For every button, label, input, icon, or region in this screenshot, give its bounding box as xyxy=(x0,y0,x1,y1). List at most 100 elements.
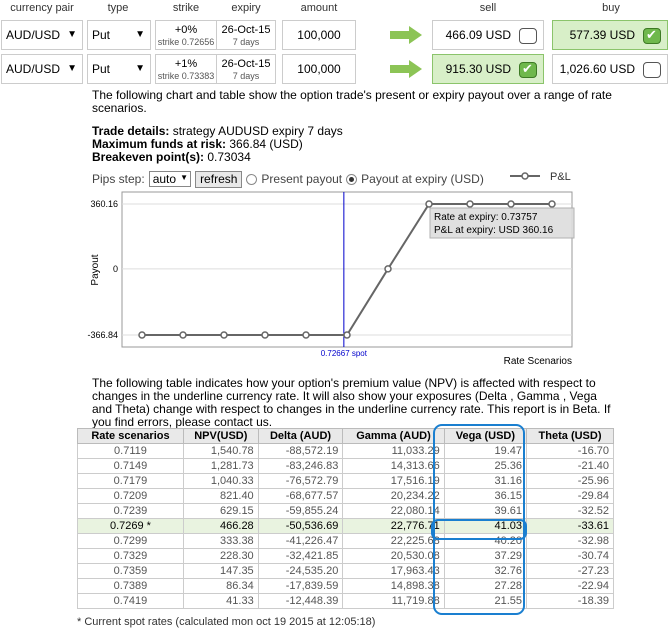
type-select[interactable]: Put ▼ xyxy=(87,20,151,50)
buy-checkbox[interactable] xyxy=(643,27,661,44)
currency-pair-select[interactable]: AUD/USD ▼ xyxy=(1,54,83,84)
amount-input[interactable]: 100,000 xyxy=(282,20,356,50)
trade-details-label: Trade details: xyxy=(92,124,170,138)
y-tick-label: 0 xyxy=(113,264,118,274)
y-tick-label: 360.16 xyxy=(90,199,118,209)
table-cell: -50,536.69 xyxy=(257,518,344,534)
data-point xyxy=(548,200,556,208)
y-axis-label: Payout xyxy=(90,254,101,285)
sell-price[interactable]: 466.09 USD xyxy=(432,20,544,50)
table-header: NPV(USD) xyxy=(182,428,259,444)
breakeven-value: 0.73034 xyxy=(204,150,251,164)
data-point xyxy=(466,200,474,208)
table-cell: 821.40 xyxy=(182,488,259,504)
table-cell: -41,226.47 xyxy=(257,533,344,549)
table-row: 0.7149 1,281.73 -83,246.83 14,313.66 25.36 -2… xyxy=(77,458,614,474)
table-cell: -32.52 xyxy=(526,503,614,519)
strike-value: strike 0.73383 xyxy=(157,71,215,81)
strike-field[interactable]: +0% strike 0.72656 xyxy=(155,20,217,50)
table-cell: -68,677.57 xyxy=(257,488,344,504)
trade-row: AUD/USD ▼ Put ▼ +1% strike 0.73383 26-Oc… xyxy=(0,52,670,86)
buy-price[interactable]: 577.39 USD xyxy=(552,20,668,50)
table-cell: 14,313.66 xyxy=(342,458,445,474)
table-header: Theta (USD) xyxy=(526,428,614,444)
table-cell: 0.7269 * xyxy=(77,518,184,534)
trade-row: AUD/USD ▼ Put ▼ +0% strike 0.72656 26-Oc… xyxy=(0,18,670,52)
buy-checkbox[interactable] xyxy=(643,62,661,78)
table-cell: 14,898.38 xyxy=(342,578,445,594)
table-cell: 0.7389 xyxy=(77,578,184,594)
table-cell: 466.28 xyxy=(182,518,259,534)
table-cell: -24,535.20 xyxy=(257,563,344,579)
table-header: Delta (AUD) xyxy=(257,428,344,444)
tooltip-rate: Rate at expiry: 0.73757 xyxy=(434,212,538,223)
amount-input[interactable]: 100,000 xyxy=(282,54,356,84)
buy-price-value: 1,026.60 USD xyxy=(559,62,635,76)
header-amount: amount xyxy=(300,2,338,14)
chevron-down-icon: ▼ xyxy=(67,63,77,74)
table-cell: 629.15 xyxy=(182,503,259,519)
max-funds-value: 366.84 (USD) xyxy=(226,137,303,151)
table-intro: The following table indicates how your o… xyxy=(92,376,611,429)
sell-checkbox[interactable] xyxy=(519,61,537,78)
currency-pair-value: AUD/USD xyxy=(6,62,61,76)
expiry-date: 26-Oct-15 xyxy=(221,58,271,70)
sell-price-value: 466.09 USD xyxy=(445,28,511,42)
table-row: 0.7269 * 466.28 -50,536.69 22,776.71 41.03 -3… xyxy=(77,518,614,534)
trade-details-value: strategy AUDUSD expiry 7 days xyxy=(169,124,343,138)
data-point xyxy=(343,331,351,339)
table-cell: 36.15 xyxy=(443,488,528,504)
sell-price[interactable]: 915.30 USD xyxy=(432,54,544,84)
table-cell: -22.94 xyxy=(526,578,614,594)
table-cell: 40.20 xyxy=(443,533,528,549)
header-currency-pair: currency pair xyxy=(10,2,74,14)
strike-field[interactable]: +1% strike 0.73383 xyxy=(155,54,217,84)
table-cell: -30.74 xyxy=(526,548,614,564)
spot-label: 0.72667 spot xyxy=(321,349,368,358)
table-row: 0.7329 228.30 -32,421.85 20,530.08 37.29 -30.… xyxy=(77,548,614,564)
currency-pair-select[interactable]: AUD/USD ▼ xyxy=(1,20,83,50)
expiry-field[interactable]: 26-Oct-15 7 days xyxy=(216,54,276,84)
table-cell: 17,963.43 xyxy=(342,563,445,579)
table-cell: 20,530.08 xyxy=(342,548,445,564)
chart-intro: The following chart and table show the o… xyxy=(92,88,612,115)
table-cell: 21.55 xyxy=(443,593,528,609)
footnote: * Current spot rates (calculated mon oct… xyxy=(77,616,376,628)
breakeven-label: Breakeven point(s): xyxy=(92,150,205,164)
type-select[interactable]: Put ▼ xyxy=(87,54,151,84)
table-cell: -76,572.79 xyxy=(257,473,344,489)
table-header: Rate scenarios xyxy=(77,428,184,444)
table-row: 0.7299 333.38 -41,226.47 22,225.68 40.20 -32.… xyxy=(77,533,614,549)
table-cell: -59,855.24 xyxy=(257,503,344,519)
data-point xyxy=(138,331,146,339)
table-cell: 1,540.78 xyxy=(182,443,259,459)
strike-percent: +0% xyxy=(174,24,198,36)
table-row: 0.7239 629.15 -59,855.24 22,080.14 39.61 -32.… xyxy=(77,503,614,519)
table-cell: 0.7209 xyxy=(77,488,184,504)
expiry-field[interactable]: 26-Oct-15 7 days xyxy=(216,20,276,50)
legend-marker xyxy=(521,172,529,180)
buy-price[interactable]: 1,026.60 USD xyxy=(552,54,668,84)
table-cell: 22,080.14 xyxy=(342,503,445,519)
table-cell: 11,033.29 xyxy=(342,443,445,459)
table-cell: 0.7149 xyxy=(77,458,184,474)
type-value: Put xyxy=(92,62,111,76)
table-cell: 37.29 xyxy=(443,548,528,564)
table-cell: -83,246.83 xyxy=(257,458,344,474)
table-cell: 147.35 xyxy=(182,563,259,579)
data-point xyxy=(425,200,433,208)
x-axis-label: Rate Scenarios xyxy=(504,356,572,367)
table-cell: 1,281.73 xyxy=(182,458,259,474)
sell-checkbox[interactable] xyxy=(519,28,537,44)
table-cell: 31.16 xyxy=(443,473,528,489)
table-cell: 86.34 xyxy=(182,578,259,594)
table-row: 0.7179 1,040.33 -76,572.79 17,516.19 31.16 -2… xyxy=(77,473,614,489)
table-cell: 228.30 xyxy=(182,548,259,564)
table-cell: -25.96 xyxy=(526,473,614,489)
header-sell: sell xyxy=(479,2,497,14)
table-cell: -21.40 xyxy=(526,458,614,474)
payout-chart: 360.16 0 -366.84 Payout Rate Scenarios 0.7266… xyxy=(87,171,575,367)
expiry-days: 7 days xyxy=(232,71,260,81)
table-cell: 0.7329 xyxy=(77,548,184,564)
table-cell: 0.7119 xyxy=(77,443,184,459)
